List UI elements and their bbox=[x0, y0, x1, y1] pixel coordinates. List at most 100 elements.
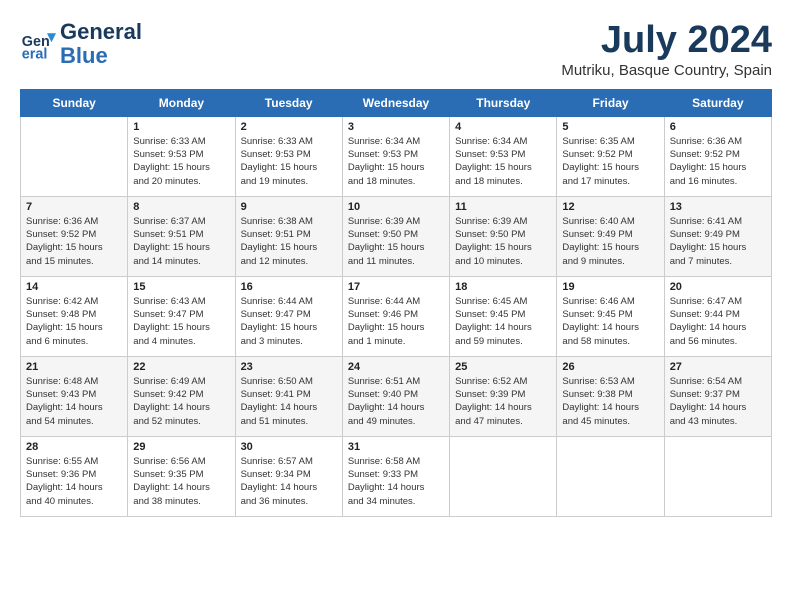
calendar-cell: 29Sunrise: 6:56 AM Sunset: 9:35 PM Dayli… bbox=[128, 436, 235, 516]
calendar-cell: 3 Sunrise: 6:34 AM Sunset: 9:53 PM Daylig… bbox=[342, 116, 449, 196]
calendar-cell: 22 Sunrise: 6:49 AM Sunset: 9:42 PM Dayli… bbox=[128, 356, 235, 436]
cell-content: Sunrise: 6:35 AM Sunset: 9:52 PM Dayligh… bbox=[562, 135, 658, 188]
day-number: 6 bbox=[670, 121, 766, 133]
location: Mutriku, Basque Country, Spain bbox=[561, 62, 772, 79]
calendar-cell: 16 Sunrise: 6:44 AM Sunset: 9:47 PM Dayli… bbox=[235, 276, 342, 356]
day-number: 31 bbox=[348, 441, 444, 453]
calendar-cell: 12 Sunrise: 6:40 AM Sunset: 9:49 PM Dayli… bbox=[557, 196, 664, 276]
calendar-table: SundayMondayTuesdayWednesdayThursdayFrid… bbox=[20, 89, 772, 517]
cell-content: Sunrise: 6:49 AM Sunset: 9:42 PM Dayligh… bbox=[133, 375, 229, 428]
cell-content: Sunrise: 6:47 AM Sunset: 9:44 PM Dayligh… bbox=[670, 295, 766, 348]
week-row-5: 28Sunrise: 6:55 AM Sunset: 9:36 PM Dayli… bbox=[21, 436, 772, 516]
calendar-cell: 8 Sunrise: 6:37 AM Sunset: 9:51 PM Daylig… bbox=[128, 196, 235, 276]
calendar-cell: 2 Sunrise: 6:33 AM Sunset: 9:53 PM Daylig… bbox=[235, 116, 342, 196]
cell-content: Sunrise: 6:36 AM Sunset: 9:52 PM Dayligh… bbox=[26, 215, 122, 268]
cell-content: Sunrise: 6:40 AM Sunset: 9:49 PM Dayligh… bbox=[562, 215, 658, 268]
header-day-sunday: Sunday bbox=[21, 89, 128, 116]
day-number: 9 bbox=[241, 201, 337, 213]
cell-content: Sunrise: 6:41 AM Sunset: 9:49 PM Dayligh… bbox=[670, 215, 766, 268]
day-number: 4 bbox=[455, 121, 551, 133]
header-day-monday: Monday bbox=[128, 89, 235, 116]
calendar-header: SundayMondayTuesdayWednesdayThursdayFrid… bbox=[21, 89, 772, 116]
calendar-cell: 26Sunrise: 6:53 AM Sunset: 9:38 PM Dayli… bbox=[557, 356, 664, 436]
day-number: 23 bbox=[241, 361, 337, 373]
cell-content: Sunrise: 6:34 AM Sunset: 9:53 PM Dayligh… bbox=[455, 135, 551, 188]
cell-content: Sunrise: 6:54 AM Sunset: 9:37 PM Dayligh… bbox=[670, 375, 766, 428]
calendar-cell bbox=[450, 436, 557, 516]
day-number: 30 bbox=[241, 441, 337, 453]
calendar-cell: 24Sunrise: 6:51 AM Sunset: 9:40 PM Dayli… bbox=[342, 356, 449, 436]
day-number: 10 bbox=[348, 201, 444, 213]
day-number: 2 bbox=[241, 121, 337, 133]
title-block: July 2024 Mutriku, Basque Country, Spain bbox=[561, 20, 772, 79]
day-number: 12 bbox=[562, 201, 658, 213]
day-number: 25 bbox=[455, 361, 551, 373]
header-day-tuesday: Tuesday bbox=[235, 89, 342, 116]
calendar-cell: 9 Sunrise: 6:38 AM Sunset: 9:51 PM Daylig… bbox=[235, 196, 342, 276]
day-number: 27 bbox=[670, 361, 766, 373]
cell-content: Sunrise: 6:38 AM Sunset: 9:51 PM Dayligh… bbox=[241, 215, 337, 268]
day-number: 11 bbox=[455, 201, 551, 213]
cell-content: Sunrise: 6:37 AM Sunset: 9:51 PM Dayligh… bbox=[133, 215, 229, 268]
logo: Gen eral General Blue bbox=[20, 20, 142, 68]
calendar-cell: 20 Sunrise: 6:47 AM Sunset: 9:44 PM Dayli… bbox=[664, 276, 771, 356]
header-row: SundayMondayTuesdayWednesdayThursdayFrid… bbox=[21, 89, 772, 116]
day-number: 3 bbox=[348, 121, 444, 133]
cell-content: Sunrise: 6:55 AM Sunset: 9:36 PM Dayligh… bbox=[26, 455, 122, 508]
cell-content: Sunrise: 6:57 AM Sunset: 9:34 PM Dayligh… bbox=[241, 455, 337, 508]
cell-content: Sunrise: 6:39 AM Sunset: 9:50 PM Dayligh… bbox=[455, 215, 551, 268]
calendar-cell: 15 Sunrise: 6:43 AM Sunset: 9:47 PM Dayli… bbox=[128, 276, 235, 356]
calendar-cell bbox=[21, 116, 128, 196]
calendar-cell: 10 Sunrise: 6:39 AM Sunset: 9:50 PM Dayli… bbox=[342, 196, 449, 276]
calendar-cell: 18 Sunrise: 6:45 AM Sunset: 9:45 PM Dayli… bbox=[450, 276, 557, 356]
day-number: 24 bbox=[348, 361, 444, 373]
cell-content: Sunrise: 6:44 AM Sunset: 9:47 PM Dayligh… bbox=[241, 295, 337, 348]
cell-content: Sunrise: 6:42 AM Sunset: 9:48 PM Dayligh… bbox=[26, 295, 122, 348]
cell-content: Sunrise: 6:48 AM Sunset: 9:43 PM Dayligh… bbox=[26, 375, 122, 428]
week-row-2: 7Sunrise: 6:36 AM Sunset: 9:52 PM Daylig… bbox=[21, 196, 772, 276]
header-day-friday: Friday bbox=[557, 89, 664, 116]
day-number: 19 bbox=[562, 281, 658, 293]
day-number: 5 bbox=[562, 121, 658, 133]
calendar-cell: 27 Sunrise: 6:54 AM Sunset: 9:37 PM Dayli… bbox=[664, 356, 771, 436]
calendar-cell: 21 Sunrise: 6:48 AM Sunset: 9:43 PM Dayli… bbox=[21, 356, 128, 436]
cell-content: Sunrise: 6:45 AM Sunset: 9:45 PM Dayligh… bbox=[455, 295, 551, 348]
cell-content: Sunrise: 6:33 AM Sunset: 9:53 PM Dayligh… bbox=[241, 135, 337, 188]
logo-text: General Blue bbox=[60, 20, 142, 68]
day-number: 21 bbox=[26, 361, 122, 373]
day-number: 22 bbox=[133, 361, 229, 373]
calendar-cell bbox=[664, 436, 771, 516]
day-number: 16 bbox=[241, 281, 337, 293]
calendar-cell: 17 Sunrise: 6:44 AM Sunset: 9:46 PM Dayli… bbox=[342, 276, 449, 356]
cell-content: Sunrise: 6:36 AM Sunset: 9:52 PM Dayligh… bbox=[670, 135, 766, 188]
cell-content: Sunrise: 6:50 AM Sunset: 9:41 PM Dayligh… bbox=[241, 375, 337, 428]
cell-content: Sunrise: 6:44 AM Sunset: 9:46 PM Dayligh… bbox=[348, 295, 444, 348]
cell-content: Sunrise: 6:58 AM Sunset: 9:33 PM Dayligh… bbox=[348, 455, 444, 508]
day-number: 29 bbox=[133, 441, 229, 453]
calendar-cell: 11 Sunrise: 6:39 AM Sunset: 9:50 PM Dayli… bbox=[450, 196, 557, 276]
calendar-cell: 23 Sunrise: 6:50 AM Sunset: 9:41 PM Dayli… bbox=[235, 356, 342, 436]
cell-content: Sunrise: 6:34 AM Sunset: 9:53 PM Dayligh… bbox=[348, 135, 444, 188]
day-number: 1 bbox=[133, 121, 229, 133]
cell-content: Sunrise: 6:39 AM Sunset: 9:50 PM Dayligh… bbox=[348, 215, 444, 268]
calendar-cell: 31 Sunrise: 6:58 AM Sunset: 9:33 PM Dayli… bbox=[342, 436, 449, 516]
day-number: 15 bbox=[133, 281, 229, 293]
calendar-cell: 30 Sunrise: 6:57 AM Sunset: 9:34 PM Dayli… bbox=[235, 436, 342, 516]
calendar-cell: 25Sunrise: 6:52 AM Sunset: 9:39 PM Dayli… bbox=[450, 356, 557, 436]
calendar-cell: 19 Sunrise: 6:46 AM Sunset: 9:45 PM Dayli… bbox=[557, 276, 664, 356]
cell-content: Sunrise: 6:46 AM Sunset: 9:45 PM Dayligh… bbox=[562, 295, 658, 348]
logo-icon: Gen eral bbox=[20, 26, 56, 62]
month-year: July 2024 bbox=[561, 20, 772, 62]
day-number: 8 bbox=[133, 201, 229, 213]
page-header: Gen eral General Blue July 2024 Mutriku,… bbox=[20, 20, 772, 79]
calendar-cell: 7Sunrise: 6:36 AM Sunset: 9:52 PM Daylig… bbox=[21, 196, 128, 276]
calendar-cell bbox=[557, 436, 664, 516]
day-number: 26 bbox=[562, 361, 658, 373]
header-day-saturday: Saturday bbox=[664, 89, 771, 116]
day-number: 18 bbox=[455, 281, 551, 293]
cell-content: Sunrise: 6:43 AM Sunset: 9:47 PM Dayligh… bbox=[133, 295, 229, 348]
day-number: 20 bbox=[670, 281, 766, 293]
cell-content: Sunrise: 6:33 AM Sunset: 9:53 PM Dayligh… bbox=[133, 135, 229, 188]
week-row-3: 14Sunrise: 6:42 AM Sunset: 9:48 PM Dayli… bbox=[21, 276, 772, 356]
day-number: 17 bbox=[348, 281, 444, 293]
